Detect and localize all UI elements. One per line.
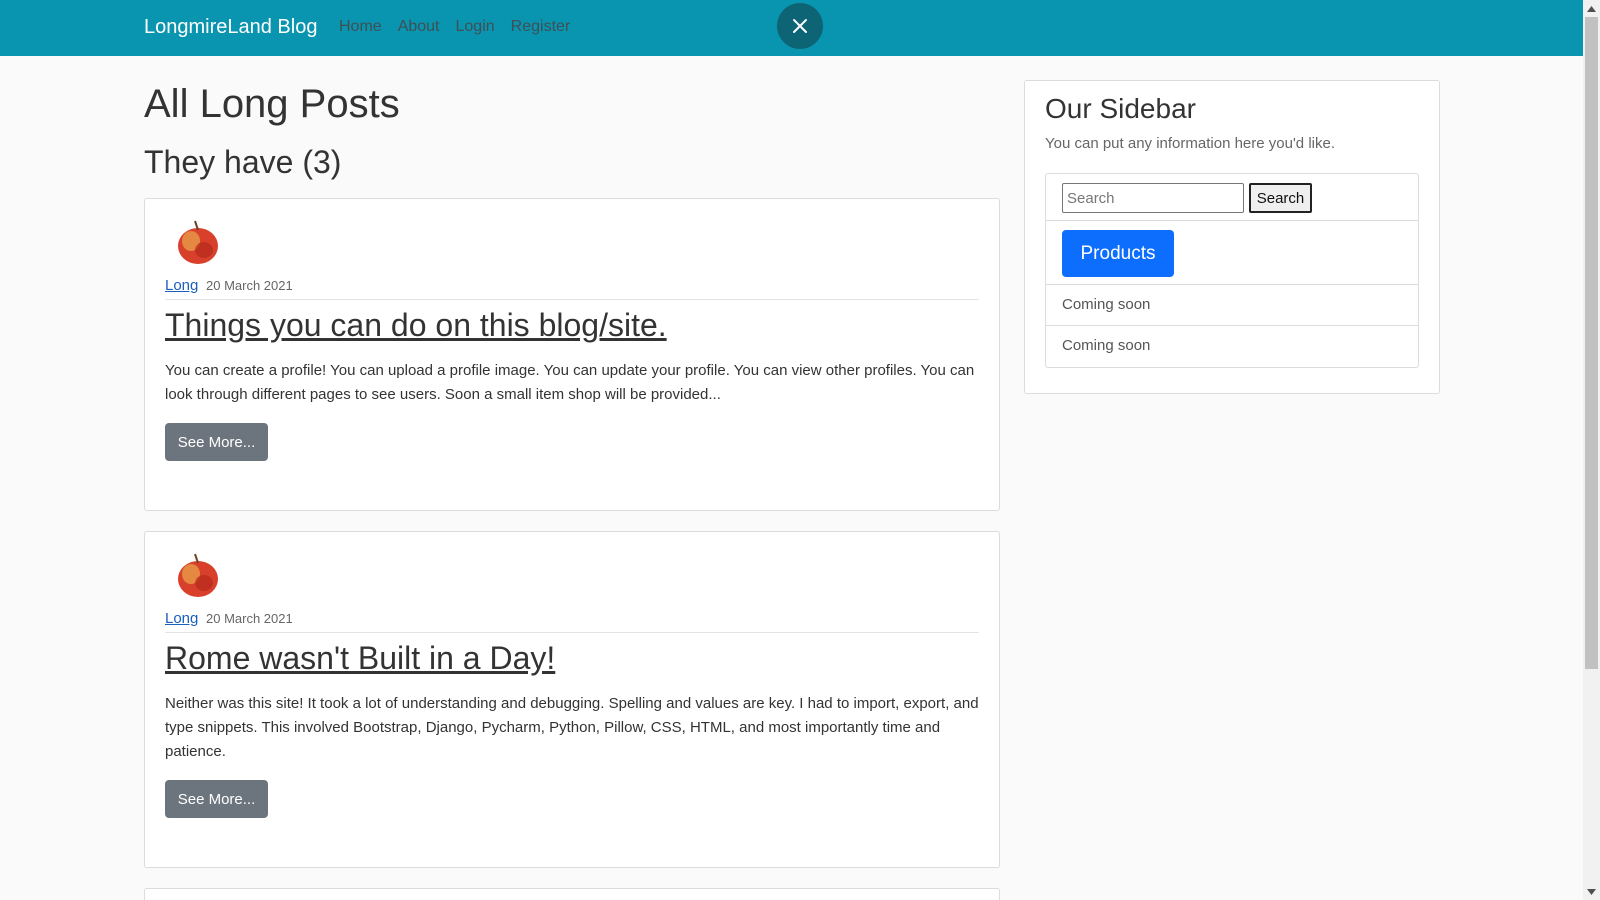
post-divider bbox=[165, 299, 979, 300]
post-card: Long 20 March 2021 Rome wasn't Built in … bbox=[144, 531, 1000, 868]
scroll-up-button[interactable] bbox=[1583, 0, 1600, 17]
post-card bbox=[144, 888, 1000, 900]
see-more-button[interactable]: See More... bbox=[165, 780, 268, 818]
apple-avatar-icon bbox=[171, 213, 225, 267]
post-meta: Long 20 March 2021 bbox=[165, 610, 293, 627]
sidebar-title: Our Sidebar bbox=[1045, 93, 1196, 124]
list-item-label: Coming soon bbox=[1062, 337, 1151, 354]
author-avatar bbox=[171, 546, 225, 600]
post-author-link[interactable]: Long bbox=[165, 277, 198, 294]
list-item-label: Coming soon bbox=[1062, 296, 1151, 313]
search-button[interactable]: Search bbox=[1249, 183, 1312, 213]
post-card: Long 20 March 2021 Things you can do on … bbox=[144, 198, 1000, 511]
see-more-button[interactable]: See More... bbox=[165, 423, 268, 461]
post-divider bbox=[165, 632, 979, 633]
post-date: 20 March 2021 bbox=[206, 278, 293, 293]
scrollbar-thumb[interactable] bbox=[1585, 17, 1598, 669]
post-title-link[interactable]: Things you can do on this blog/site. bbox=[165, 307, 667, 344]
post-date: 20 March 2021 bbox=[206, 611, 293, 626]
sidebar-products-row: Products bbox=[1046, 221, 1418, 285]
sidebar: Our Sidebar You can put any information … bbox=[1024, 80, 1440, 394]
chevron-down-icon bbox=[1587, 888, 1596, 895]
post-count-heading: They have (3) bbox=[144, 144, 342, 180]
close-button[interactable] bbox=[777, 3, 823, 49]
scroll-down-button[interactable] bbox=[1583, 883, 1600, 900]
post-excerpt: Neither was this site! It took a lot of … bbox=[165, 695, 979, 760]
list-item: Coming soon bbox=[1046, 326, 1418, 367]
vertical-scrollbar[interactable] bbox=[1583, 0, 1600, 900]
nav-register-link[interactable]: Register bbox=[511, 18, 571, 36]
apple-avatar-icon bbox=[171, 546, 225, 600]
post-excerpt: You can create a profile! You can upload… bbox=[165, 362, 975, 403]
navbar-brand[interactable]: LongmireLand Blog bbox=[144, 16, 317, 39]
author-avatar bbox=[171, 213, 225, 267]
post-meta: Long 20 March 2021 bbox=[165, 277, 293, 294]
close-icon bbox=[793, 19, 807, 33]
post-author-link[interactable]: Long bbox=[165, 610, 198, 627]
top-navbar: LongmireLand Blog Home About Login Regis… bbox=[0, 0, 1583, 56]
nav-about-link[interactable]: About bbox=[398, 18, 440, 36]
chevron-up-icon bbox=[1587, 5, 1596, 12]
sidebar-list: Search Products Coming soon Coming soon bbox=[1045, 173, 1419, 368]
nav-links: Home About Login Register bbox=[339, 18, 570, 36]
nav-login-link[interactable]: Login bbox=[456, 18, 495, 36]
nav-home-link[interactable]: Home bbox=[339, 18, 382, 36]
sidebar-description: You can put any information here you'd l… bbox=[1045, 135, 1335, 152]
sidebar-search-row: Search bbox=[1046, 174, 1418, 221]
page-title: All Long Posts bbox=[144, 82, 400, 126]
search-input[interactable] bbox=[1062, 183, 1244, 213]
products-button[interactable]: Products bbox=[1062, 230, 1174, 277]
list-item: Coming soon bbox=[1046, 285, 1418, 326]
post-title-link[interactable]: Rome wasn't Built in a Day! bbox=[165, 640, 555, 677]
